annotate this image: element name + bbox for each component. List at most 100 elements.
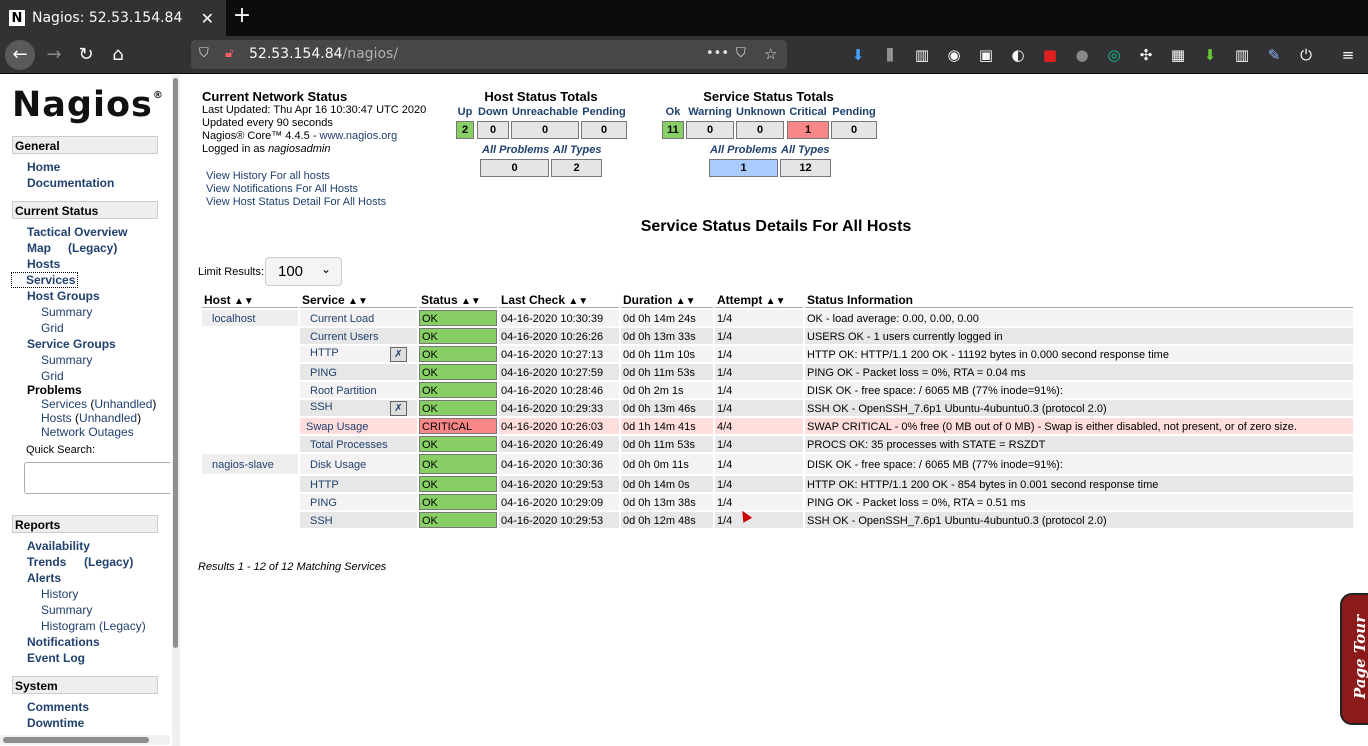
nagios-website-link[interactable]: www.nagios.org (320, 130, 398, 142)
grammarly-icon[interactable]: ◎ (1105, 46, 1123, 64)
extension-icon[interactable]: ▦ (1169, 46, 1187, 64)
service-text[interactable]: Current Users (310, 331, 378, 343)
nav-alerts-history[interactable]: History (41, 587, 78, 601)
host-down-count[interactable]: 0 (477, 121, 509, 139)
home-button[interactable]: ⌂ (104, 41, 132, 69)
pocket-icon[interactable]: ⛉ (736, 46, 746, 61)
sort-arrows-icon[interactable]: ▲▼ (234, 296, 254, 307)
service-text[interactable]: Total Processes (310, 439, 388, 451)
nav-service-groups[interactable]: Service Groups (27, 337, 116, 351)
column-header-host[interactable]: Host ▲▼ (202, 290, 298, 308)
service-cell[interactable]: Root Partition (300, 382, 417, 398)
host-text[interactable]: nagios-slave (212, 459, 274, 471)
service-warning-count[interactable]: 0 (686, 121, 734, 139)
nav-notifications[interactable]: Notifications (27, 635, 100, 649)
service-text[interactable]: PING (310, 497, 337, 509)
notifications-disabled-icon[interactable]: ✗ (390, 401, 407, 416)
extension-icon[interactable]: ■ (1041, 46, 1059, 64)
nav-alerts[interactable]: Alerts (27, 571, 61, 585)
url-text[interactable]: 52.53.154.84/nagios/ (249, 46, 398, 62)
service-text[interactable]: HTTP (310, 479, 339, 491)
back-button[interactable]: ← (5, 40, 35, 70)
nav-map-legacy[interactable]: (Legacy) (68, 241, 117, 255)
close-tab-icon[interactable]: ✕ (201, 9, 214, 28)
service-cell[interactable]: PING (300, 494, 417, 510)
service-critical-count[interactable]: 1 (787, 121, 829, 139)
quick-search-input[interactable] (24, 462, 170, 494)
library-icon[interactable]: ⫼ (881, 46, 899, 64)
host-up-header[interactable]: Up (456, 106, 474, 118)
reload-button[interactable]: ↻ (72, 41, 100, 69)
nav-map[interactable]: Map (27, 241, 51, 255)
nav-service-groups-grid[interactable]: Grid (41, 369, 64, 383)
extension-icon[interactable]: ▥ (1233, 46, 1251, 64)
service-all-types-count[interactable]: 12 (780, 159, 831, 177)
nav-event-log[interactable]: Event Log (27, 651, 85, 665)
menu-icon[interactable]: ≡ (1339, 46, 1357, 64)
service-unknown-header[interactable]: Unknown (736, 106, 786, 118)
service-pending-count[interactable]: 0 (831, 121, 877, 139)
host-all-types-count[interactable]: 2 (551, 159, 602, 177)
service-cell[interactable]: HTTP (300, 476, 417, 492)
host-cell[interactable]: localhost (202, 310, 298, 326)
service-cell[interactable]: Current Load (300, 310, 417, 326)
page-tour-button[interactable]: Page Tour (1340, 593, 1368, 725)
sort-arrows-icon[interactable]: ▲▼ (568, 296, 588, 307)
column-header-status[interactable]: Status ▲▼ (419, 290, 497, 308)
nav-host-groups-summary[interactable]: Summary (41, 305, 92, 319)
host-pending-count[interactable]: 0 (581, 121, 627, 139)
nav-downtime[interactable]: Downtime (27, 716, 84, 730)
extension-icon[interactable]: ◐ (1009, 46, 1027, 64)
shield-icon[interactable]: ⛉ (199, 46, 209, 61)
downloads-icon[interactable]: ⬇ (849, 46, 867, 64)
sort-arrows-icon[interactable]: ▲▼ (461, 296, 481, 307)
nav-problem-hosts[interactable]: Hosts (Unhandled) (41, 411, 141, 425)
nav-services[interactable]: Services (11, 272, 78, 288)
sort-arrows-icon[interactable]: ▲▼ (348, 296, 368, 307)
url-bar[interactable]: ⛉ 🔓︎ 52.53.154.84/nagios/ ••• ⛉ ☆ (191, 40, 787, 69)
service-text[interactable]: Current Load (310, 313, 374, 325)
forward-button[interactable]: → (40, 41, 68, 69)
service-ok-count[interactable]: 11 (662, 121, 684, 139)
service-pending-header[interactable]: Pending (831, 106, 877, 118)
nav-tactical-overview[interactable]: Tactical Overview (27, 225, 128, 239)
view-notifications-link[interactable]: View Notifications For All Hosts (206, 183, 358, 195)
service-text[interactable]: SSH (310, 515, 333, 527)
service-cell[interactable]: PING (300, 364, 417, 380)
service-text[interactable]: Disk Usage (310, 459, 366, 471)
host-unreachable-count[interactable]: 0 (511, 121, 579, 139)
nav-problem-services[interactable]: Services (Unhandled) (41, 397, 156, 411)
nav-documentation[interactable]: Documentation (27, 176, 114, 190)
service-text[interactable]: HTTP (310, 347, 339, 359)
service-cell[interactable]: Swap Usage (300, 418, 417, 434)
service-text[interactable]: Root Partition (310, 385, 377, 397)
sidebar-horizontal-scrollbar-thumb[interactable] (3, 737, 149, 743)
service-critical-header[interactable]: Critical (787, 106, 829, 118)
host-down-header[interactable]: Down (477, 106, 509, 118)
service-cell[interactable]: Total Processes (300, 436, 417, 452)
nav-trends-legacy[interactable]: (Legacy) (84, 555, 133, 569)
service-cell[interactable]: SSH ✗ (300, 400, 417, 416)
extension-icon[interactable]: ⏻ (1297, 46, 1315, 64)
service-all-problems-label[interactable]: All Problems (710, 144, 777, 156)
sort-arrows-icon[interactable]: ▲▼ (766, 296, 786, 307)
extension-icon[interactable]: ● (1073, 46, 1091, 64)
host-all-problems-label[interactable]: All Problems (482, 144, 549, 156)
insecure-lock-icon[interactable]: 🔓︎ (225, 46, 233, 61)
host-cell[interactable]: nagios-slave (202, 454, 298, 474)
host-all-types-label[interactable]: All Types (553, 144, 602, 156)
browser-tab[interactable]: N Nagios: 52.53.154.84 ✕ (0, 0, 226, 36)
service-all-problems-count[interactable]: 1 (709, 159, 778, 177)
sidebar-icon[interactable]: ▥ (913, 46, 931, 64)
service-text[interactable]: PING (310, 367, 337, 379)
nav-trends[interactable]: Trends (27, 555, 66, 569)
notifications-disabled-icon[interactable]: ✗ (390, 347, 407, 362)
column-header-duration[interactable]: Duration ▲▼ (621, 290, 713, 308)
host-text[interactable]: localhost (212, 313, 255, 325)
service-cell[interactable]: SSH (300, 512, 417, 528)
host-unreachable-header[interactable]: Unreachable (511, 106, 579, 118)
service-unknown-count[interactable]: 0 (736, 121, 784, 139)
nav-host-groups-grid[interactable]: Grid (41, 321, 64, 335)
view-host-detail-link[interactable]: View Host Status Detail For All Hosts (206, 196, 386, 208)
nav-hosts[interactable]: Hosts (27, 257, 60, 271)
